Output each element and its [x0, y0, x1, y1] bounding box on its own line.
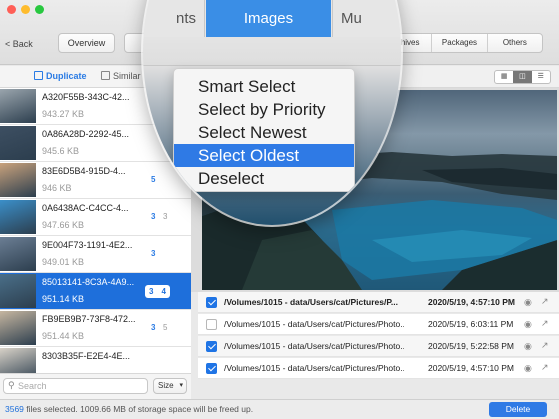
thumbnail: [0, 200, 36, 234]
maximize-icon[interactable]: [35, 5, 44, 14]
view-mode-segment[interactable]: ▦ ◫ ☰: [494, 70, 551, 84]
item-name: FB9EB9B7-73F8-472...: [42, 314, 136, 324]
menu-item-select-by-priority[interactable]: Select by Priority: [174, 98, 354, 121]
menu-item-select-oldest[interactable]: Select Oldest: [174, 144, 354, 167]
external-link-icon[interactable]: ↗: [541, 318, 549, 329]
category-others[interactable]: Others: [486, 34, 542, 52]
thumbnail: [0, 89, 36, 123]
status-text: 3569 files selected. 1009.66 MB of stora…: [5, 404, 253, 414]
item-name: 0A86A28D-2292-45...: [42, 129, 130, 139]
eye-icon[interactable]: ◉: [524, 319, 532, 330]
tab-previous[interactable]: nts: [143, 0, 205, 37]
menu-item-deselect[interactable]: Deselect: [174, 167, 354, 190]
sort-label: Size: [158, 381, 174, 390]
eye-icon[interactable]: ◉: [524, 297, 532, 308]
status-message: files selected. 1009.66 MB of storage sp…: [23, 404, 254, 414]
compare-view-icon[interactable]: ◫: [513, 71, 532, 83]
count-primary: 3: [151, 323, 156, 332]
item-size: 947.66 KB: [42, 220, 85, 230]
selected-count: 3569: [5, 404, 24, 414]
list-item[interactable]: 9E004F73-1191-4E2... 949.01 KB 3: [0, 236, 191, 273]
eye-icon[interactable]: ◉: [524, 341, 532, 352]
eye-icon[interactable]: ◉: [524, 363, 532, 374]
item-name: 85013141-8C3A-4A9...: [42, 277, 135, 287]
search-icon: ⚲: [8, 380, 15, 390]
menu-item-smart-select[interactable]: Smart Select: [174, 75, 354, 98]
file-date: 2020/5/19, 4:57:10 PM: [428, 297, 515, 307]
minimize-icon[interactable]: [21, 5, 30, 14]
external-link-icon[interactable]: ↗: [541, 340, 549, 351]
file-checkbox[interactable]: [206, 297, 217, 308]
grid-view-icon[interactable]: ▦: [495, 71, 513, 83]
tab-next[interactable]: Mu: [332, 0, 401, 37]
item-size: 943.27 KB: [42, 109, 85, 119]
file-date: 2020/5/19, 6:03:11 PM: [428, 319, 514, 329]
file-row[interactable]: /Volumes/1015 - data/Users/cat/Pictures/…: [198, 314, 559, 335]
count-primary: 3: [151, 249, 156, 258]
file-path: /Volumes/1015 - data/Users/cat/Pictures/…: [224, 297, 399, 307]
item-name: A320F55B-343C-42...: [42, 92, 130, 102]
search-input[interactable]: ⚲ Search: [3, 378, 148, 394]
item-name: 9E004F73-1191-4E2...: [42, 240, 133, 250]
back-button[interactable]: < Back: [5, 39, 33, 49]
file-row[interactable]: /Volumes/1015 - data/Users/cat/Pictures/…: [198, 358, 559, 379]
item-size: 951.14 KB: [42, 294, 85, 304]
thumbnail: [0, 237, 36, 271]
count-badge: 34: [145, 285, 170, 298]
sort-select[interactable]: Size ▾: [153, 378, 187, 394]
search-placeholder: Search: [18, 381, 47, 391]
item-size: 945.6 KB: [42, 146, 80, 156]
item-name: 8303B35F-E2E4-4E...: [42, 351, 131, 361]
chevron-down-icon: ▾: [179, 382, 183, 389]
thumbnail: [0, 163, 36, 197]
overview-button[interactable]: Overview: [58, 33, 115, 53]
file-checkbox[interactable]: [206, 363, 217, 374]
file-row[interactable]: /Volumes/1015 - data/Users/cat/Pictures/…: [198, 292, 559, 313]
count-primary: 3: [149, 287, 154, 296]
file-date: 2020/5/19, 5:22:58 PM: [428, 341, 515, 351]
file-row[interactable]: /Volumes/1015 - data/Users/cat/Pictures/…: [198, 336, 559, 357]
delete-button[interactable]: Delete: [489, 402, 547, 417]
file-checkbox[interactable]: [206, 319, 217, 330]
external-link-icon[interactable]: ↗: [541, 362, 549, 373]
file-path: /Volumes/1015 - data/Users/cat/Pictures/…: [224, 341, 404, 351]
list-item[interactable]: 85013141-8C3A-4A9... 951.14 KB 3 4: [0, 273, 191, 310]
item-size: 951.44 KB: [42, 331, 85, 341]
list-item[interactable]: FB9EB9B7-73F8-472... 951.44 KB 3 5: [0, 310, 191, 347]
file-checkbox[interactable]: [206, 341, 217, 352]
magnifier-lens: nts Images Mu Smart Select Select by Pri…: [143, 0, 401, 225]
tab-images[interactable]: Images: [206, 0, 331, 37]
close-icon[interactable]: [7, 5, 16, 14]
category-packages[interactable]: Packages: [431, 34, 486, 52]
item-name: 0A6438AC-C4CC-4...: [42, 203, 129, 213]
external-link-icon[interactable]: ↗: [541, 296, 549, 307]
file-path: /Volumes/1015 - data/Users/cat/Pictures/…: [224, 363, 404, 373]
thumbnail: [0, 311, 36, 345]
select-dropdown-menu: Smart Select Select by Priority Select N…: [173, 68, 355, 192]
item-size: 946 KB: [42, 183, 72, 193]
thumbnail: [0, 126, 36, 160]
count-secondary: 4: [161, 287, 166, 296]
duplicate-icon: [34, 71, 43, 80]
item-name: 83E6D5B4-915D-4...: [42, 166, 126, 176]
count-secondary: 5: [163, 323, 168, 332]
item-size: 949.01 KB: [42, 257, 85, 267]
duplicate-tab[interactable]: Duplicate: [46, 71, 87, 81]
menu-item-select-newest[interactable]: Select Newest: [174, 121, 354, 144]
file-date: 2020/5/19, 4:57:10 PM: [428, 363, 515, 373]
thumbnail: [0, 274, 36, 308]
list-view-icon[interactable]: ☰: [532, 71, 550, 83]
file-path: /Volumes/1015 - data/Users/cat/Pictures/…: [224, 319, 404, 329]
similar-tab[interactable]: Similar: [113, 71, 141, 81]
similar-icon: [101, 71, 110, 80]
